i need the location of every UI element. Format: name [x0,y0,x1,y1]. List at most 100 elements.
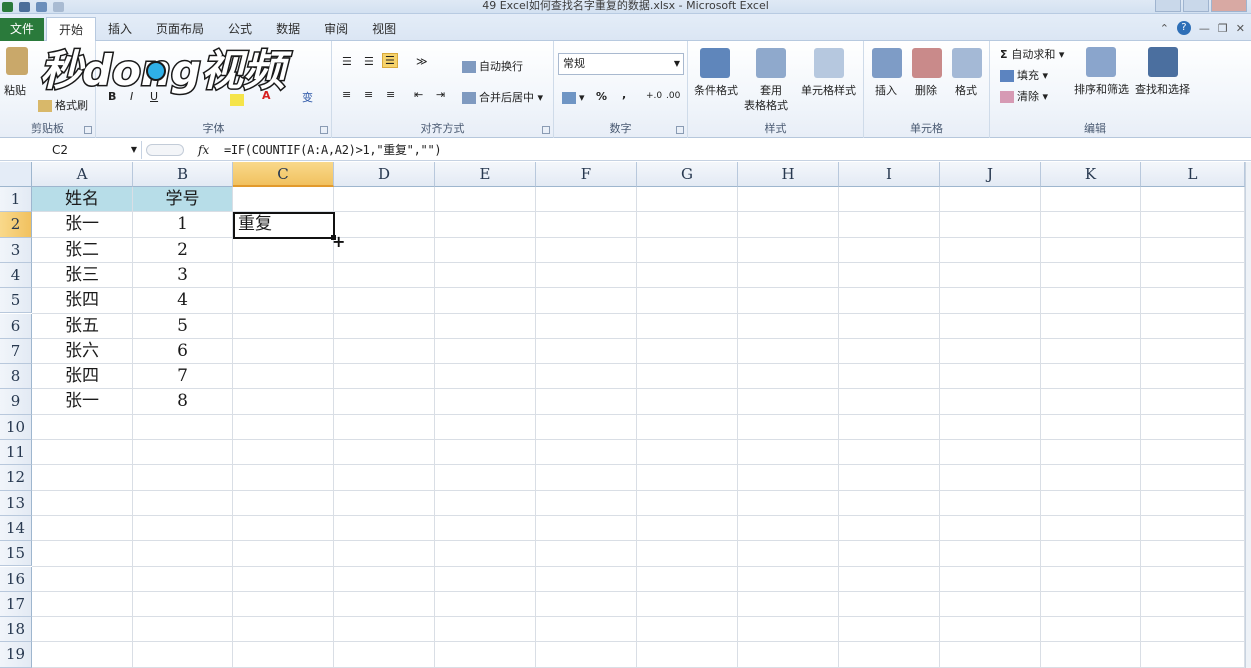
font-launcher[interactable] [320,126,328,134]
row-header-10[interactable]: 10 [0,414,32,440]
collapse-ribbon-icon[interactable]: ⌃ [1160,22,1169,35]
row-header-1[interactable]: 1 [0,187,32,213]
close-button[interactable] [1211,0,1247,12]
row-header-5[interactable]: 5 [0,288,32,314]
paste-icon[interactable] [6,47,28,75]
help-icon[interactable]: ? [1176,21,1191,35]
cell-name[interactable]: 张六 [32,339,132,363]
column-header-d[interactable]: D [334,162,435,187]
column-header-k[interactable]: K [1041,162,1141,187]
align-middle-icon[interactable]: ☰ [364,55,374,68]
workbook-restore-icon[interactable]: ❐ [1218,22,1228,35]
tab-formulas[interactable]: 公式 [216,17,264,41]
alignment-launcher[interactable] [542,126,550,134]
row-header-9[interactable]: 9 [0,389,32,415]
cell-name[interactable]: 张四 [32,364,132,388]
row-header-2[interactable]: 2 [0,212,32,238]
column-header-e[interactable]: E [435,162,536,187]
formula-input[interactable]: =IF(COUNTIF(A:A,A2)>1,"重复","") [224,141,442,159]
column-header-l[interactable]: L [1141,162,1245,187]
cell-id[interactable]: 6 [133,339,232,363]
row-header-14[interactable]: 14 [0,515,32,542]
cell-id[interactable]: 5 [133,314,232,338]
row-header-16[interactable]: 16 [0,566,32,592]
column-header-f[interactable]: F [536,162,637,187]
tab-insert[interactable]: 插入 [96,17,144,41]
row-header-19[interactable]: 19 [0,642,32,668]
cell-a1-header[interactable]: 姓名 [32,187,132,212]
row-header-4[interactable]: 4 [0,262,32,289]
merge-center-button[interactable]: 合并后居中 ▾ [462,89,543,105]
insert-cells-button[interactable]: 插入 [875,82,897,98]
format-cells-button[interactable]: 格式 [955,82,977,98]
row-header-13[interactable]: 13 [0,490,32,516]
row-header-12[interactable]: 12 [0,465,32,491]
format-as-table-icon[interactable] [756,48,786,78]
tab-view[interactable]: 视图 [360,17,408,41]
row-header-6[interactable]: 6 [0,313,32,339]
increase-indent-icon[interactable]: ⇥ [436,88,445,101]
clipboard-launcher[interactable] [84,126,92,134]
currency-button[interactable]: ▾ [562,91,585,104]
cell-id[interactable]: 3 [133,263,232,287]
cell-id[interactable]: 2 [133,238,232,262]
format-painter-button[interactable]: 格式刷 [38,97,88,113]
align-top-icon[interactable]: ☰ [342,55,352,68]
decrease-indent-icon[interactable]: ⇤ [414,88,423,101]
find-select-button[interactable]: 查找和选择 [1135,81,1190,97]
sort-filter-icon[interactable] [1086,47,1116,77]
column-header-b[interactable]: B [133,162,233,187]
cell-name[interactable]: 张二 [32,238,132,262]
insert-cells-icon[interactable] [872,48,902,78]
tab-home[interactable]: 开始 [46,17,97,42]
tab-data[interactable]: 数据 [264,17,312,41]
find-select-icon[interactable] [1148,47,1178,77]
wrap-text-button[interactable]: 自动换行 [462,58,523,74]
cell-name[interactable]: 张三 [32,263,132,287]
worksheet-grid[interactable]: A B C D E F G H I J K L 1 2 3 4 5 6 7 8 9 10 11 12 13 14 15 16 17 18 1… [0,162,1245,668]
row-header-8[interactable]: 8 [0,364,32,390]
align-bottom-icon[interactable]: ☰ [382,53,398,68]
cell-styles-button[interactable]: 单元格样式 [801,82,856,98]
conditional-format-icon[interactable] [700,48,730,78]
increase-decimal-icon[interactable]: +.0 [646,91,662,101]
paste-button[interactable]: 粘贴 [4,82,26,98]
autosum-button[interactable]: Σ 自动求和 ▾ [1000,46,1064,62]
format-cells-icon[interactable] [952,48,982,78]
fill-button[interactable]: 填充 ▾ [1000,67,1048,83]
align-center-icon[interactable]: ≡ [364,88,373,101]
column-header-a[interactable]: A [32,162,133,187]
format-as-table-line2[interactable]: 表格格式 [744,97,788,113]
orientation-icon[interactable]: ≫ [416,55,428,68]
conditional-format-button[interactable]: 条件格式 [694,82,738,98]
tab-file[interactable]: 文件 [0,18,44,41]
align-left-icon[interactable]: ≡ [342,88,351,101]
cell-name[interactable]: 张四 [32,288,132,312]
row-header-17[interactable]: 17 [0,591,32,618]
column-header-g[interactable]: G [637,162,738,187]
insert-function-icon[interactable]: fx [198,141,209,159]
column-header-h[interactable]: H [738,162,839,187]
formula-bar-handle-icon[interactable] [146,144,184,156]
cell-id[interactable]: 4 [133,288,232,312]
row-header-11[interactable]: 11 [0,440,32,466]
number-format-select[interactable]: 常规 ▼ [558,53,684,75]
select-all-corner[interactable] [0,162,32,187]
workbook-close-icon[interactable]: ✕ [1236,22,1245,35]
comma-button[interactable]: , [622,88,626,101]
row-header-7[interactable]: 7 [0,338,32,365]
column-header-c[interactable]: C [233,162,334,187]
percent-button[interactable]: % [596,90,607,103]
maximize-button[interactable] [1183,0,1209,12]
row-header-3[interactable]: 3 [0,237,32,263]
name-box[interactable]: C2 ▼ [0,141,142,159]
format-as-table-line1[interactable]: 套用 [760,82,782,98]
align-right-icon[interactable]: ≡ [386,88,395,101]
minimize-button[interactable] [1155,0,1181,12]
cell-name[interactable]: 张一 [32,389,132,413]
sort-filter-button[interactable]: 排序和筛选 [1074,81,1129,97]
vertical-scrollbar[interactable] [1245,162,1251,668]
cell-styles-icon[interactable] [814,48,844,78]
cell-id[interactable]: 7 [133,364,232,388]
decrease-decimal-icon[interactable]: .00 [666,91,680,101]
